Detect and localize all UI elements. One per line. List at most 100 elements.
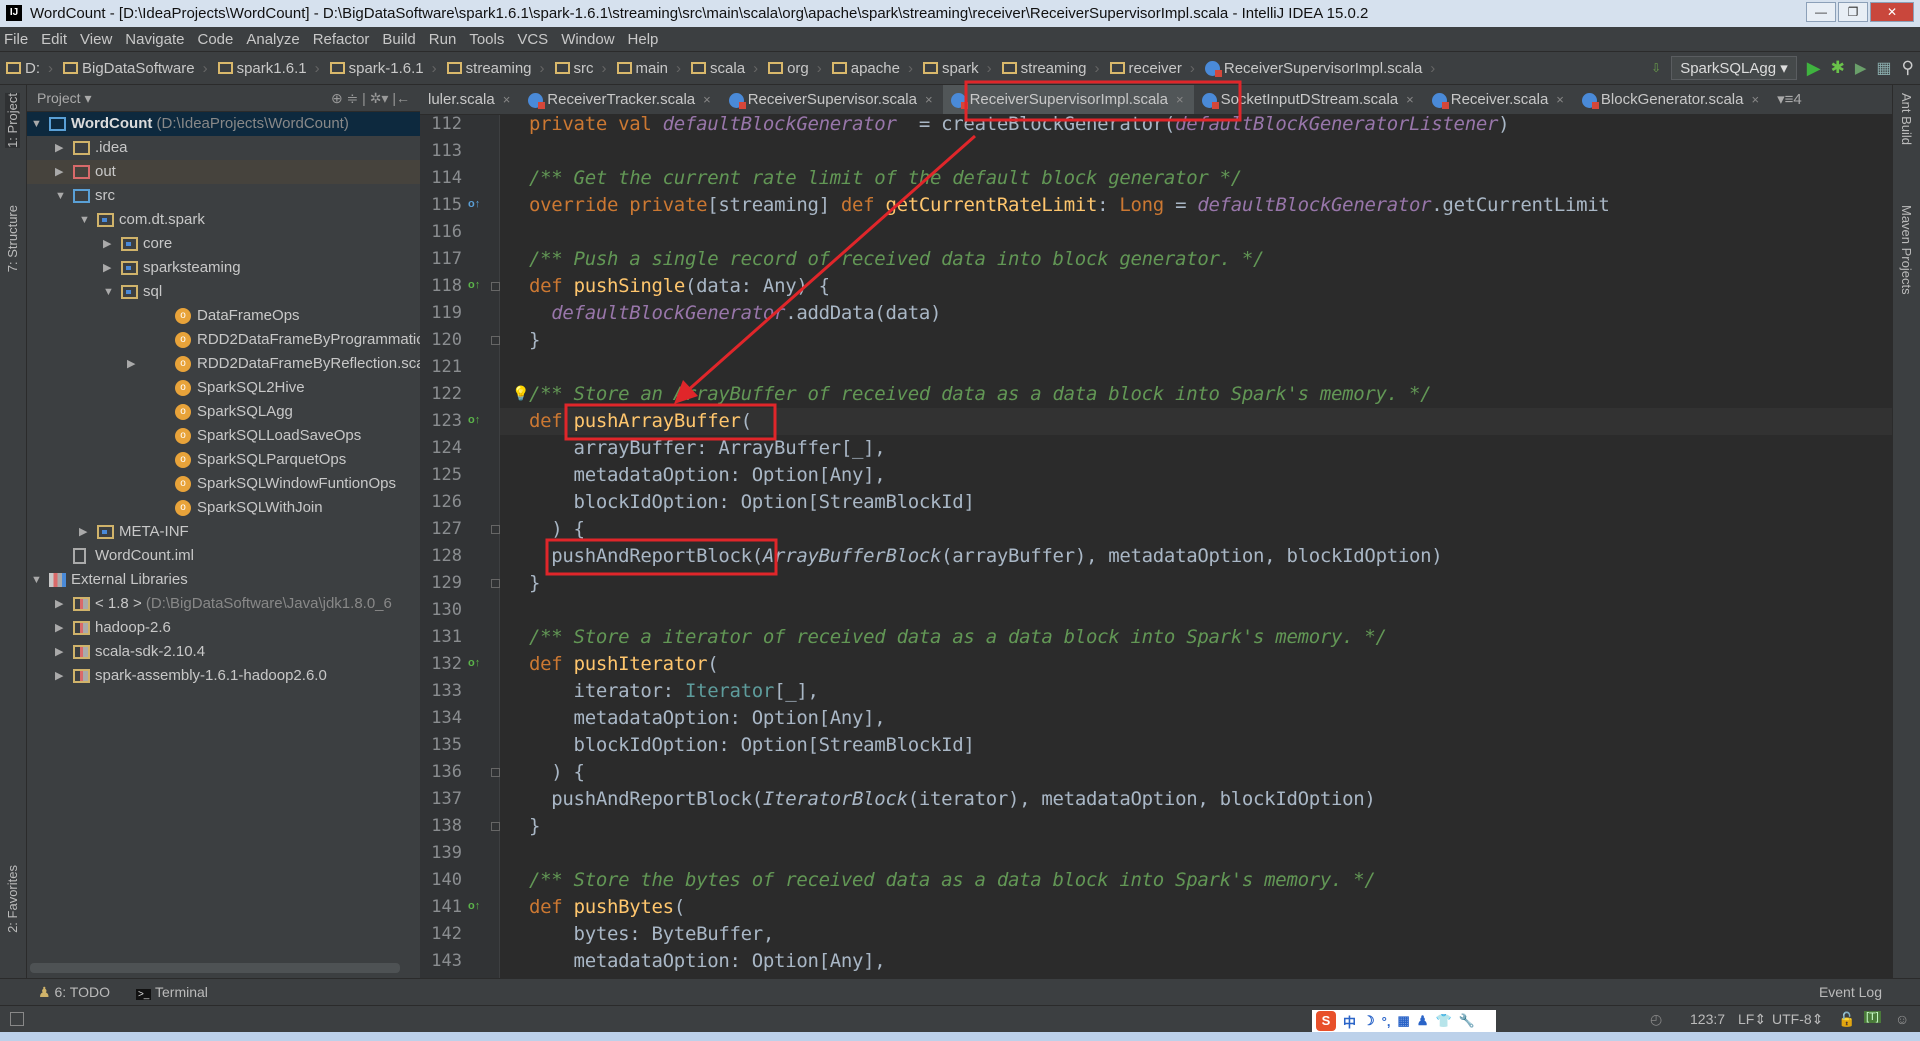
tab-receiversupervisor-scala[interactable]: ReceiverSupervisor.scala × [721, 85, 943, 114]
breadcrumb-item[interactable]: receiver › [1109, 60, 1195, 77]
menu-item-window[interactable]: Window [561, 31, 614, 48]
tree-item[interactable]: o SparkSQLParquetOps [27, 448, 420, 472]
close-tab-icon[interactable]: × [1556, 85, 1564, 114]
ime-item[interactable]: °, [1382, 1014, 1391, 1029]
fold-marker-icon[interactable] [491, 579, 500, 588]
intention-bulb-icon[interactable]: 💡 [512, 381, 529, 408]
override-marker-icon[interactable]: o↑ [468, 198, 480, 210]
tree-item[interactable]: ▶ scala-sdk-2.10.4 [27, 640, 420, 664]
collapsed-arrow-icon[interactable]: ▶ [103, 232, 111, 256]
breadcrumb-item[interactable]: D: › [6, 60, 53, 77]
maximize-button[interactable]: ❐ [1838, 2, 1868, 22]
tree-item[interactable]: ▶ out [27, 160, 420, 184]
code-editor[interactable]: 112 113 114 115 o↑ 116 117 118 o↑ 119 120 121 122 123… [420, 115, 1892, 978]
breadcrumb-item[interactable]: src › [554, 60, 607, 77]
tree-item[interactable]: ▼ src [27, 184, 420, 208]
tree-item[interactable]: ▶ sparksteaming [27, 256, 420, 280]
tree-item[interactable]: ▶ spark-assembly-1.6.1-hadoop2.6.0 [27, 664, 420, 688]
breadcrumb-item[interactable]: streaming › [1001, 60, 1100, 77]
favorites-tool-button[interactable]: 2: Favorites [5, 865, 20, 933]
tab-receivertracker-scala[interactable]: ReceiverTracker.scala × [520, 85, 720, 114]
collapsed-arrow-icon[interactable]: ▶ [55, 592, 63, 616]
tree-item[interactable]: o DataFrameOps [27, 304, 420, 328]
terminal-tool-button[interactable]: >_ Terminal [135, 984, 208, 1000]
close-button[interactable]: ✕ [1870, 2, 1914, 22]
play-icon[interactable]: ▶ [1807, 58, 1821, 79]
tree-item[interactable]: ▼ External Libraries [27, 568, 420, 592]
collapsed-arrow-icon[interactable]: ▶ [103, 256, 111, 280]
inspection-icon[interactable]: [T] [1864, 1011, 1881, 1023]
tree-item[interactable]: ▶ META-INF [27, 520, 420, 544]
breadcrumb-item[interactable]: apache › [831, 60, 913, 77]
tree-item[interactable]: o SparkSQLLoadSaveOps [27, 424, 420, 448]
run-config-select[interactable]: SparkSQLAgg ▾ [1671, 56, 1797, 80]
expanded-arrow-icon[interactable]: ▼ [103, 280, 114, 304]
event-log-button[interactable]: Event Log [1819, 984, 1882, 1000]
menu-item-build[interactable]: Build [382, 31, 415, 48]
maven-projects-tool-button[interactable]: Maven Projects [1899, 205, 1914, 295]
tab-receiversupervisorimpl-scala[interactable]: ReceiverSupervisorImpl.scala × [942, 85, 1194, 114]
project-horizontal-scrollbar[interactable] [30, 963, 400, 973]
close-tab-icon[interactable]: × [1751, 85, 1759, 114]
project-tool-button[interactable]: 1: Project [5, 93, 20, 148]
menu-item-edit[interactable]: Edit [41, 31, 67, 48]
tree-item[interactable]: o RDD2DataFrameByProgrammatica [27, 328, 420, 352]
magnifier-icon[interactable]: ⚲ [1902, 58, 1914, 78]
tree-item[interactable]: ▼ WordCount (D:\IdeaProjects\WordCount) [27, 112, 420, 136]
coverage-icon[interactable]: ▶ [1855, 59, 1867, 77]
menu-item-refactor[interactable]: Refactor [313, 31, 370, 48]
ime-item[interactable]: 👕 [1435, 1013, 1451, 1029]
tree-item[interactable]: ▶ core [27, 232, 420, 256]
tree-item[interactable]: ▶ o RDD2DataFrameByReflection.scala [27, 352, 420, 376]
expanded-arrow-icon[interactable]: ▼ [31, 568, 42, 592]
expanded-arrow-icon[interactable]: ▼ [79, 208, 90, 232]
close-tab-icon[interactable]: × [925, 85, 933, 114]
expanded-arrow-icon[interactable]: ▼ [55, 184, 66, 208]
collapsed-arrow-icon[interactable]: ▶ [55, 640, 63, 664]
collapsed-arrow-icon[interactable]: ▶ [55, 664, 63, 688]
collapsed-arrow-icon[interactable]: ▶ [55, 160, 63, 184]
ime-item[interactable]: ☽ [1363, 1013, 1375, 1029]
project-panel-tools[interactable]: ⊕ ≑ | ✲▾ |← [331, 90, 410, 107]
close-tab-icon[interactable]: × [1176, 85, 1184, 114]
breadcrumb-item[interactable]: org › [768, 60, 822, 77]
ime-toolbar[interactable]: S 中 ☽ °, ▦ ♟ 👕 🔧 [1312, 1010, 1496, 1032]
breadcrumb-item[interactable]: spark-1.6.1 › [329, 60, 437, 77]
tree-item[interactable]: o SparkSQLAgg [27, 400, 420, 424]
ime-item[interactable]: 中 [1343, 1012, 1356, 1031]
menu-item-run[interactable]: Run [429, 31, 457, 48]
override-marker-icon[interactable]: o↑ [468, 414, 480, 426]
tree-item[interactable]: o SparkSQL2Hive [27, 376, 420, 400]
line-separator[interactable]: LF⇕ [1738, 1011, 1766, 1028]
breadcrumb-item[interactable]: scala › [691, 60, 758, 77]
ime-item[interactable]: ▦ [1397, 1013, 1409, 1029]
menu-item-help[interactable]: Help [628, 31, 659, 48]
ime-item[interactable]: 🔧 [1459, 1013, 1475, 1029]
tool-windows-icon[interactable] [10, 1012, 24, 1026]
close-tab-icon[interactable]: × [703, 85, 711, 114]
tab-receiver-scala[interactable]: Receiver.scala × [1424, 85, 1574, 114]
ime-item[interactable]: S [1316, 1011, 1336, 1031]
tree-item[interactable]: o SparkSQLWindowFuntionOps [27, 472, 420, 496]
breadcrumb-item[interactable]: BigDataSoftware › [63, 60, 208, 77]
collapsed-arrow-icon[interactable]: ▶ [79, 520, 87, 544]
tab-blockgenerator-scala[interactable]: BlockGenerator.scala × [1574, 85, 1769, 114]
override-marker-icon[interactable]: o↑ [468, 279, 480, 291]
expanded-arrow-icon[interactable]: ▼ [31, 112, 42, 136]
menu-item-file[interactable]: File [4, 31, 28, 48]
project-structure-icon[interactable]: ▦ [1876, 58, 1891, 78]
file-encoding[interactable]: UTF-8⇕ [1772, 1011, 1823, 1028]
menu-item-navigate[interactable]: Navigate [125, 31, 184, 48]
tree-item[interactable]: ▼ sql [27, 280, 420, 304]
hector-icon[interactable]: ☺ [1895, 1011, 1909, 1027]
tree-item[interactable]: ▼ com.dt.spark [27, 208, 420, 232]
close-tab-icon[interactable]: × [1406, 85, 1414, 114]
lock-icon[interactable]: 🔓 [1838, 1011, 1855, 1028]
collapsed-arrow-icon[interactable]: ▶ [55, 616, 63, 640]
tree-item[interactable]: ▶ < 1.8 > (D:\BigDataSoftware\Java\jdk1.8… [27, 592, 420, 616]
menu-item-tools[interactable]: Tools [469, 31, 504, 48]
collapsed-arrow-icon[interactable]: ▶ [127, 352, 135, 376]
breadcrumb-item[interactable]: spark1.6.1 › [217, 60, 320, 77]
menu-item-vcs[interactable]: VCS [517, 31, 548, 48]
fold-marker-icon[interactable] [491, 336, 500, 345]
